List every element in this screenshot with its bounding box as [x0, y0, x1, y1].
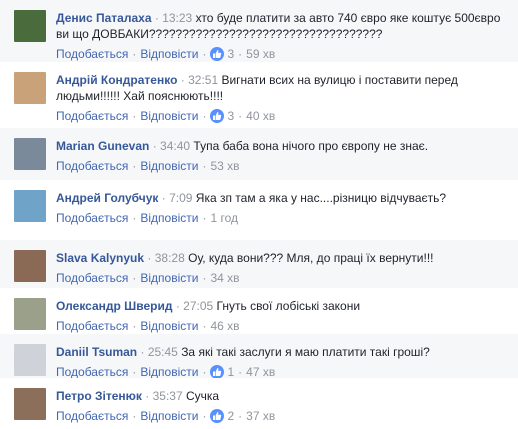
comment-dot: ·: [145, 389, 150, 403]
comment-item: Андрей Голубчук · 7:09 Яка зп там а яка …: [0, 180, 518, 240]
comment-author[interactable]: Петро Зітенюк: [56, 389, 142, 403]
separator: ·: [238, 409, 243, 423]
reply-link[interactable]: Відповісти: [140, 108, 198, 124]
comment-item: Олександр Шверид · 27:05 Гнуть свої лобі…: [0, 288, 518, 334]
comment-dot: ·: [140, 345, 145, 359]
comment-author[interactable]: Marian Gunevan: [56, 139, 149, 153]
comment-timestamp[interactable]: 27:05: [183, 299, 213, 313]
like-link[interactable]: Подобається: [56, 270, 128, 286]
avatar[interactable]: [14, 388, 46, 420]
comment-age[interactable]: 53 хв: [210, 158, 239, 174]
avatar[interactable]: [14, 298, 46, 330]
comment-item: Marian Gunevan · 34:40 Тупа баба вона ні…: [0, 128, 518, 180]
comment-age[interactable]: 34 хв: [210, 270, 239, 286]
separator: ·: [202, 271, 207, 285]
reply-link[interactable]: Відповісти: [140, 158, 198, 174]
avatar[interactable]: [14, 138, 46, 170]
comment-text: Тупа баба вона нічого про європу не знає…: [193, 139, 429, 153]
separator: ·: [132, 211, 137, 225]
comment-age[interactable]: 37 хв: [246, 408, 275, 424]
comment-timestamp[interactable]: 13:23: [162, 11, 192, 25]
comment-text: Сучка: [185, 389, 220, 403]
comment-timestamp[interactable]: 32:51: [188, 73, 218, 87]
like-link[interactable]: Подобається: [56, 408, 128, 424]
comment-item: Денис Паталаха · 13:23 хто буде платити …: [0, 0, 518, 62]
comment-dot: ·: [161, 191, 166, 205]
comment-dot: ·: [175, 299, 180, 313]
avatar[interactable]: [14, 72, 46, 104]
comment-author[interactable]: Андрей Голубчук: [56, 191, 158, 205]
comment-dot: ·: [180, 73, 185, 87]
like-link[interactable]: Подобається: [56, 46, 128, 62]
comment-age[interactable]: 46 хв: [210, 318, 239, 334]
comment-item: Петро Зітенюк · 35:37 Сучка Подобається …: [0, 378, 518, 429]
comment-item: Андрій Кондратенко · 32:51 Вигнати всих …: [0, 62, 518, 128]
comment-author[interactable]: Денис Паталаха: [56, 11, 152, 25]
comment-text: За які такі заслуги я маю платити такі г…: [181, 345, 430, 359]
reply-link[interactable]: Відповісти: [140, 46, 198, 62]
like-link[interactable]: Подобається: [56, 318, 128, 334]
separator: ·: [238, 47, 243, 61]
separator: ·: [132, 109, 137, 123]
comment-text: Яка зп там а яка у нас....різницю відчув…: [195, 191, 447, 205]
separator: ·: [238, 109, 243, 123]
comment-timestamp[interactable]: 35:37: [153, 389, 183, 403]
comment-timestamp[interactable]: 7:09: [169, 191, 192, 205]
comment-timestamp[interactable]: 25:45: [148, 345, 178, 359]
reply-link[interactable]: Відповісти: [140, 318, 198, 334]
like-link[interactable]: Подобається: [56, 210, 128, 226]
separator: ·: [132, 409, 137, 423]
comment-dot: ·: [147, 251, 152, 265]
thumbs-up-icon[interactable]: [210, 109, 225, 123]
avatar[interactable]: [14, 190, 46, 222]
avatar[interactable]: [14, 344, 46, 376]
comment-author[interactable]: Олександр Шверид: [56, 299, 172, 313]
comment-item: Daniil Tsuman · 25:45 За які такі заслуг…: [0, 334, 518, 379]
separator: ·: [132, 47, 137, 61]
avatar[interactable]: [14, 10, 46, 42]
comment-timestamp[interactable]: 38:28: [155, 251, 185, 265]
separator: ·: [202, 409, 207, 423]
comment-author[interactable]: Daniil Tsuman: [56, 345, 137, 359]
comment-text: Оу, куда вони??? Мля, до праці їх вернут…: [188, 251, 434, 265]
like-link[interactable]: Подобається: [56, 108, 128, 124]
comment-dot: ·: [152, 139, 157, 153]
comment-dot: ·: [154, 11, 159, 25]
comment-list: Денис Паталаха · 13:23 хто буде платити …: [0, 0, 518, 429]
like-count[interactable]: 2: [227, 408, 234, 424]
separator: ·: [132, 159, 137, 173]
separator: ·: [202, 319, 207, 333]
comment-timestamp[interactable]: 34:40: [160, 139, 190, 153]
comment-text: Гнуть свої лобіські закони: [216, 299, 361, 313]
like-count[interactable]: 3: [227, 46, 234, 62]
reply-link[interactable]: Відповісти: [140, 408, 198, 424]
separator: ·: [202, 109, 207, 123]
thumbs-up-icon[interactable]: [210, 365, 225, 379]
reply-link[interactable]: Відповісти: [140, 270, 198, 286]
separator: ·: [202, 159, 207, 173]
like-link[interactable]: Подобається: [56, 158, 128, 174]
thumbs-up-icon[interactable]: [210, 409, 225, 423]
comment-author[interactable]: Андрій Кондратенко: [56, 73, 177, 87]
reply-link[interactable]: Відповісти: [140, 210, 198, 226]
separator: ·: [202, 47, 207, 61]
comment-age[interactable]: 59 хв: [246, 46, 275, 62]
like-count[interactable]: 3: [227, 108, 234, 124]
comment-age[interactable]: 40 хв: [246, 108, 275, 124]
comment-item: Slava Kalynyuk · 38:28 Оу, куда вони??? …: [0, 240, 518, 288]
avatar[interactable]: [14, 250, 46, 282]
thumbs-up-icon[interactable]: [210, 47, 225, 61]
separator: ·: [132, 271, 137, 285]
comment-age[interactable]: 1 год: [210, 210, 238, 226]
comment-author[interactable]: Slava Kalynyuk: [56, 251, 144, 265]
separator: ·: [202, 211, 207, 225]
separator: ·: [132, 319, 137, 333]
